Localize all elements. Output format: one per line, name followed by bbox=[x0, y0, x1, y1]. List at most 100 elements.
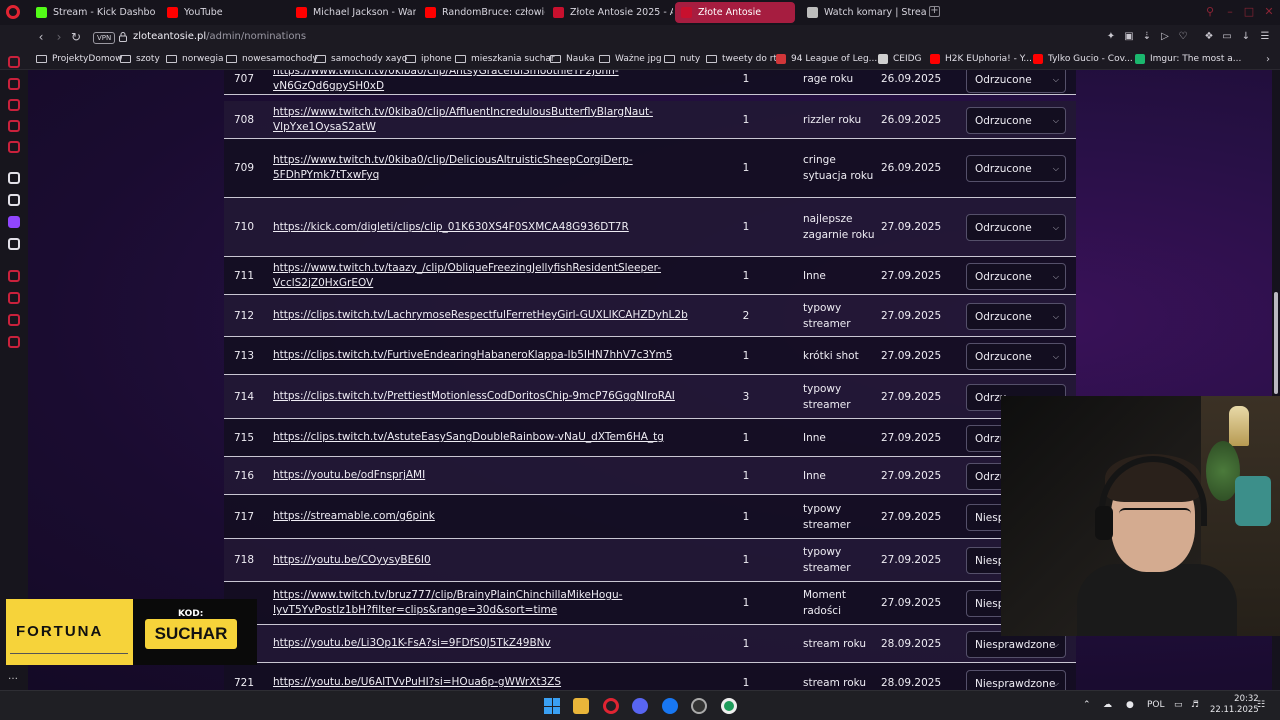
bookmark-item[interactable]: szoty bbox=[120, 54, 160, 64]
clip-link[interactable]: https://youtu.be/COyysyBE6I0 bbox=[273, 553, 431, 568]
tray-chevron-icon[interactable]: ⌃ bbox=[1083, 700, 1091, 710]
messenger-icon[interactable] bbox=[662, 698, 678, 714]
maximize-button[interactable]: □ bbox=[1243, 6, 1255, 18]
clip-link[interactable]: https://youtu.be/odFnsprjAMI bbox=[273, 468, 425, 483]
bookmark-item[interactable]: CEIDG bbox=[878, 54, 922, 64]
obs-icon[interactable] bbox=[721, 698, 737, 714]
tab-2[interactable]: YouTube bbox=[161, 2, 261, 23]
x-icon[interactable] bbox=[8, 238, 20, 250]
bookmark-item[interactable]: iphone bbox=[405, 54, 452, 64]
heart-icon[interactable]: ♡ bbox=[1177, 31, 1189, 43]
minimize-button[interactable]: – bbox=[1224, 6, 1236, 18]
clip-link[interactable]: https://clips.twitch.tv/FurtiveEndearing… bbox=[273, 348, 672, 363]
menu-icon[interactable]: ☰ bbox=[1259, 31, 1271, 43]
tab-4[interactable]: RandomBruce: człowiek - bbox=[419, 2, 545, 23]
bookmark-item[interactable]: Ważne jpg bbox=[599, 54, 662, 64]
clip-link[interactable]: https://youtu.be/U6AlTVvPuHI?si=HOua6p-g… bbox=[273, 675, 561, 690]
pin-icon[interactable]: ✦ bbox=[1105, 31, 1117, 43]
gmail-icon[interactable] bbox=[8, 141, 20, 153]
status-select[interactable]: Odrzucone ⌵ bbox=[966, 303, 1066, 330]
file-explorer-icon[interactable] bbox=[573, 698, 589, 714]
clip-link[interactable]: https://streamable.com/g6pink bbox=[273, 509, 435, 524]
discord-icon[interactable] bbox=[632, 698, 648, 714]
clip-link[interactable]: https://www.twitch.tv/0kiba0/clip/AntsyG… bbox=[273, 70, 713, 94]
bookmark-item[interactable]: nuty bbox=[664, 54, 700, 64]
wallet-sidebar-icon[interactable] bbox=[8, 99, 20, 111]
system-clock[interactable]: 20:32 22.11.2025 bbox=[1210, 694, 1259, 716]
bookmark-item[interactable]: mieszkania suchar bbox=[455, 54, 555, 64]
bookmark-item[interactable]: Imgur: The most a... bbox=[1135, 54, 1241, 64]
tab-6[interactable]: Złote Antosie bbox=[675, 2, 795, 23]
status-select[interactable]: Odrzucone ⌵ bbox=[966, 263, 1066, 290]
clock-icon[interactable] bbox=[8, 292, 20, 304]
extensions-icon[interactable]: ❖ bbox=[1203, 31, 1215, 43]
onedrive-icon[interactable]: ☁ bbox=[1103, 700, 1112, 710]
bookmark-label: norwegia bbox=[182, 54, 224, 64]
extensions-sidebar-icon[interactable] bbox=[8, 314, 20, 326]
tab-label: RandomBruce: człowiek - bbox=[442, 7, 545, 18]
tab-5[interactable]: Złote Antosie 2025 - Arkus bbox=[547, 2, 673, 23]
clip-link[interactable]: https://clips.twitch.tv/PrettiestMotionl… bbox=[273, 389, 675, 404]
taskbar: ⌃ ☁ ● POL ▭ ♬ 20:32 22.11.2025 ☷ bbox=[0, 690, 1280, 720]
status-select[interactable]: Odrzucone ⌵ bbox=[966, 343, 1066, 370]
reload-button[interactable]: ↻ bbox=[69, 30, 83, 44]
downloads-icon[interactable]: ↓ bbox=[1240, 31, 1252, 43]
bookmark-item[interactable]: 94 League of Leg... bbox=[776, 54, 877, 64]
vpn-badge[interactable]: VPN bbox=[93, 32, 116, 44]
messages-icon[interactable] bbox=[8, 120, 20, 132]
snapshot-icon[interactable]: ▣ bbox=[1123, 31, 1135, 43]
speed-dial-icon[interactable] bbox=[8, 56, 20, 68]
status-select[interactable]: Odrzucone ⌵ bbox=[966, 155, 1066, 182]
network-icon[interactable]: ▭ bbox=[1174, 700, 1183, 710]
clip-link[interactable]: https://www.twitch.tv/taazy_/clip/Obliqu… bbox=[273, 261, 713, 291]
settings-icon[interactable] bbox=[8, 336, 20, 348]
forward-button[interactable]: › bbox=[52, 30, 66, 44]
play-icon[interactable]: ▷ bbox=[1159, 31, 1171, 43]
clip-link[interactable]: https://youtu.be/Li3Op1K-FsA?si=9FDfS0J5… bbox=[273, 636, 551, 651]
close-window-button[interactable]: ✕ bbox=[1263, 6, 1275, 18]
volume-icon[interactable]: ♬ bbox=[1191, 700, 1199, 710]
aria-icon[interactable] bbox=[8, 172, 20, 184]
bookmark-item[interactable]: norwegia bbox=[166, 54, 224, 64]
chatgpt-icon[interactable] bbox=[8, 194, 20, 206]
wallet-icon[interactable]: ▭ bbox=[1221, 31, 1233, 43]
steam-icon[interactable] bbox=[691, 698, 707, 714]
status-select[interactable]: Odrzucone ⌵ bbox=[966, 107, 1066, 134]
opera-logo-icon[interactable] bbox=[6, 5, 20, 19]
bookmark-item[interactable]: nowesamochody bbox=[226, 54, 318, 64]
new-tab-button[interactable]: + bbox=[929, 6, 940, 17]
clip-link[interactable]: https://clips.twitch.tv/LachrymoseRespec… bbox=[273, 308, 688, 323]
tab-3[interactable]: Michael Jackson - Wanna bbox=[290, 2, 416, 23]
history-icon[interactable] bbox=[8, 270, 20, 282]
microphone-icon[interactable]: ● bbox=[1126, 700, 1134, 710]
status-select[interactable]: Odrzucone ⌵ bbox=[966, 214, 1066, 241]
search-tabs-icon[interactable]: ⚲ bbox=[1204, 6, 1216, 18]
scrollbar-thumb[interactable] bbox=[1274, 292, 1278, 394]
clip-link[interactable]: https://www.twitch.tv/bruz777/clip/Brain… bbox=[273, 588, 713, 618]
clip-link[interactable]: https://kick.com/digleti/clips/clip_01K6… bbox=[273, 220, 629, 235]
status-select[interactable]: Niesprawdzone ⌵ bbox=[966, 670, 1066, 690]
status-select[interactable]: Odrzucone ⌵ bbox=[966, 70, 1066, 93]
url-input[interactable]: zloteantosie.pl/admin/nominations bbox=[133, 31, 306, 42]
language-indicator[interactable]: POL bbox=[1147, 700, 1165, 710]
opera-taskbar-icon[interactable] bbox=[603, 698, 619, 714]
bookmark-item[interactable]: H2K EUphoria! - Y... bbox=[930, 54, 1032, 64]
download-page-icon[interactable]: ⇣ bbox=[1141, 31, 1153, 43]
flow-icon[interactable] bbox=[8, 78, 20, 90]
clip-link[interactable]: https://www.twitch.tv/0kiba0/clip/Delici… bbox=[273, 153, 713, 183]
tab-1[interactable]: Stream - Kick Dashboard bbox=[30, 2, 156, 23]
bookmark-item[interactable]: Nauka bbox=[550, 54, 595, 64]
bookmark-item[interactable]: Tylko Gucio - Cov... bbox=[1033, 54, 1133, 64]
back-button[interactable]: ‹ bbox=[34, 30, 48, 44]
bookmark-item[interactable]: samochody xayo bbox=[315, 54, 407, 64]
bookmark-item[interactable]: tweety do rt bbox=[706, 54, 777, 64]
windows-start-icon[interactable] bbox=[544, 698, 560, 714]
clip-link[interactable]: https://www.twitch.tv/0kiba0/clip/Afflue… bbox=[273, 105, 713, 135]
twitch-icon[interactable] bbox=[8, 216, 20, 228]
notifications-icon[interactable]: ☷ bbox=[1257, 700, 1265, 710]
bookmark-item[interactable]: ProjektyDomow bbox=[36, 54, 122, 64]
tab-7[interactable]: Watch komary | Streamab bbox=[801, 2, 926, 23]
clip-link[interactable]: https://clips.twitch.tv/AstuteEasySangDo… bbox=[273, 430, 664, 445]
more-icon[interactable]: … bbox=[8, 672, 20, 686]
bookmarks-more-icon[interactable]: › bbox=[1262, 54, 1274, 66]
